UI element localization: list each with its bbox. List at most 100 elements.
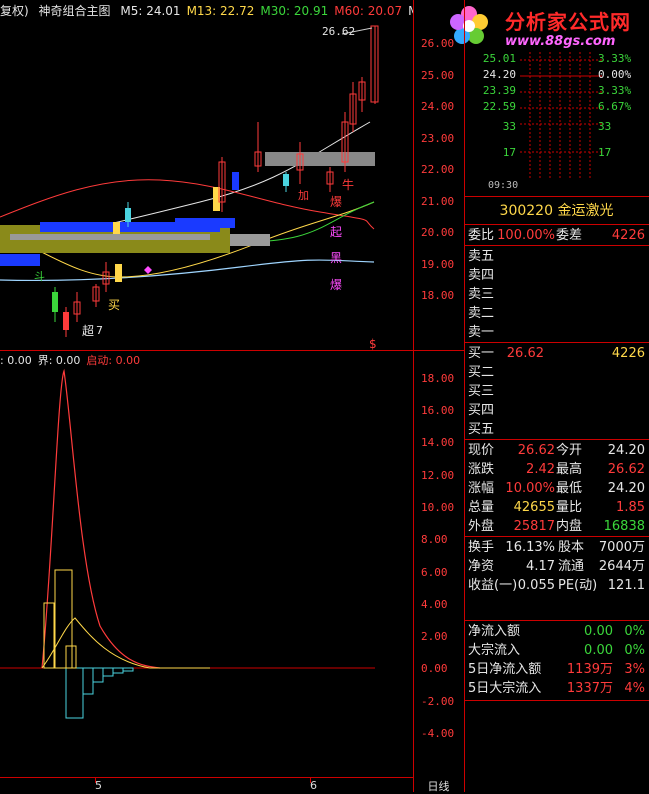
mini-price-label: 23.39 [482,84,516,97]
flow-label: 大宗流入 [468,643,521,658]
fundamental-label: 收益(一) [468,578,518,593]
fundamental-value: 4.17 [526,559,555,574]
price-axis-label: 18.00 [421,289,455,302]
mini-price-label: 22.59 [482,100,516,113]
bao-signal-1: 爆 [330,195,343,209]
quote-label: 量比 [556,500,583,515]
mini-price-label: 25.01 [482,52,516,65]
indicator-axis-label: 10.00 [421,501,455,514]
indicator-name[interactable]: 神奇组合主图 [39,4,111,18]
indicator-values-bar: : 0.00 界: 0.00 启动: 0.00 [0,352,413,367]
fundamental-value: 0.055 [517,578,555,593]
fundamental-row: 净资 4.17 流通 2644万 [464,557,649,576]
quote-label: 现价 [468,443,495,458]
indicator-axis-label: -2.00 [421,695,455,708]
buy-price: 26.62 [506,346,544,361]
ma-value: M5: 24.01 [120,4,181,18]
price-axis-label: 19.00 [421,258,455,271]
sell-row: 卖二 [464,304,649,323]
weibi-label: 委比 [468,228,495,243]
dou-signal: 斗 [34,270,45,283]
quote-row: 涨跌 2.42 最高 26.62 [464,460,649,479]
buy-row: 买四 [464,401,649,420]
flow-row: 5日净流入额 1139万 3% [464,660,649,679]
mini-pct-label: 0.00% [598,68,632,81]
quote-row: 现价 26.62 今开 24.20 [464,441,649,460]
buy-row: 买三 [464,382,649,401]
band-block [0,254,40,266]
indicator-axis-label: 4.00 [421,598,448,611]
quote-label: 最高 [556,462,583,477]
chart-right-border [413,0,414,792]
quote-value: 1.85 [616,500,645,515]
bottom-signal: 超 [82,324,95,338]
ma-value: M60: 20.07 [334,4,403,18]
stock-code: 300220 [499,203,553,219]
band-block [230,234,270,246]
flow-value: 1337万 [566,681,613,696]
band-block [10,234,210,240]
quote-value: 24.20 [607,443,645,458]
mini-pct-label: 3.33% [598,52,632,65]
fundamental-value: 7000万 [598,540,645,555]
flow-row: 大宗流入 0.00 0% [464,641,649,660]
sell-label: 卖三 [468,287,495,302]
buy-row: 买一 26.62 4226 [464,344,649,363]
stock-name: 金运激光 [557,203,614,219]
buy-label: 买五 [468,422,495,437]
sell-row: 卖一 [464,323,649,342]
price-axis-label: 22.00 [421,163,455,176]
sell-label: 卖五 [468,249,495,264]
indicator-axis-label: 12.00 [421,469,455,482]
fundamental-value: 2644万 [598,559,645,574]
quote-value: 25817 [513,519,555,534]
quote-label: 最低 [556,481,583,496]
mini-price-label: 17 [502,146,516,159]
flow-label: 5日大宗流入 [468,681,542,696]
sell-label: 卖一 [468,325,495,340]
flow-percent: 0% [624,643,645,658]
buy-row: 买二 [464,363,649,382]
indicator-axis-label: 18.00 [421,372,455,385]
quote-label: 今开 [556,443,583,458]
fundamental-label: PE(动) [558,578,598,593]
quote-value: 10.00% [505,481,555,496]
ma-value: M30: 20.91 [260,4,329,18]
fundamental-label: 换手 [468,540,495,555]
qi-signal: 起 [330,225,343,239]
band-block [175,218,235,228]
weicha-label: 委差 [556,228,583,243]
price-axis-label: 20.00 [421,226,455,239]
header-prefix: 复权) [0,4,29,18]
mini-intraday-chart[interactable]: 25.01 3.33% 24.20 0.00% 23.39 3.33% 22.59 6.67%… [464,52,649,191]
buy-label: 买四 [468,403,495,418]
band-block [265,152,375,166]
fundamental-row: 换手 16.13% 股本 7000万 [464,538,649,557]
flow-percent: 3% [624,662,645,677]
flow-value: 0.00 [584,624,613,639]
indicator-header: 复权) 神奇组合主图 M5: 24.01 M13: 22.72 M30: 20.91… [0,0,413,22]
buy-volume: 4226 [611,346,645,361]
price-axis-label: 23.00 [421,132,455,145]
fundamental-label: 净资 [468,559,495,574]
flow-label: 5日净流入额 [468,662,542,677]
sell-row: 卖三 [464,285,649,304]
period-tab-daily[interactable]: 日线 [413,778,464,793]
indicator-chart[interactable] [0,366,413,776]
buy-label: 买一 [468,346,495,361]
indicator-axis-label: 2.00 [421,630,448,643]
ma-value: M13: 22.72 [186,4,255,18]
indicator-axis-label: -4.00 [421,727,455,740]
weibi-value: 100.00% [497,228,555,243]
signal-line-yellow [41,617,210,669]
time-axis-line [0,777,413,778]
price-axis-label: 21.00 [421,195,455,208]
quote-value: 2.42 [526,462,555,477]
dollar-signal: $ [369,337,377,351]
flow-value: 0.00 [584,643,613,658]
ma250-line [0,259,375,282]
indicator-axis-label: 14.00 [421,436,455,449]
indicator-axis-label: 6.00 [421,566,448,579]
quote-value: 24.20 [607,481,645,496]
price-axis-label: 26.00 [421,37,455,50]
